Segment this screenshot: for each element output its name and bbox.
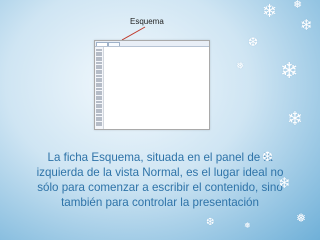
caption-line-2: izquierda de la vista Normal, es el luga… — [36, 166, 284, 179]
outline-slide-row — [96, 124, 102, 127]
snowflake-icon: ❅ — [236, 61, 245, 72]
caption-line-1: La ficha Esquema, situada en el panel de… — [47, 151, 273, 164]
caption-line-3: sólo para comenzar a escribir el conteni… — [37, 181, 283, 194]
snowflake-icon: ❆ — [248, 35, 259, 49]
slide-caption: La ficha Esquema, situada en el panel de… — [20, 150, 300, 210]
caption-line-4: también para controlar la presentación — [61, 196, 259, 209]
snowflake-icon: ❄ — [280, 58, 299, 83]
snowflake-icon: ❄ — [300, 17, 313, 34]
snowflake-icon: ❆ — [206, 217, 215, 228]
snowflake-icon: ❅ — [296, 211, 307, 225]
snowflake-icon: ❄ — [262, 1, 278, 21]
outline-view-screenshot — [94, 40, 210, 130]
snowflake-icon: ❄ — [287, 109, 303, 130]
screenshot-outline-panel — [95, 47, 104, 129]
snowflake-icon: ❅ — [293, 0, 303, 11]
snowflake-icon: ❆ — [262, 149, 273, 164]
screenshot-tab-esquema — [108, 42, 120, 46]
screenshot-tab-diapositivas — [96, 42, 108, 46]
snowflake-icon: ❅ — [244, 221, 251, 230]
screenshot-toolbar — [95, 41, 209, 47]
snowflake-icon: ❄ — [278, 175, 291, 192]
